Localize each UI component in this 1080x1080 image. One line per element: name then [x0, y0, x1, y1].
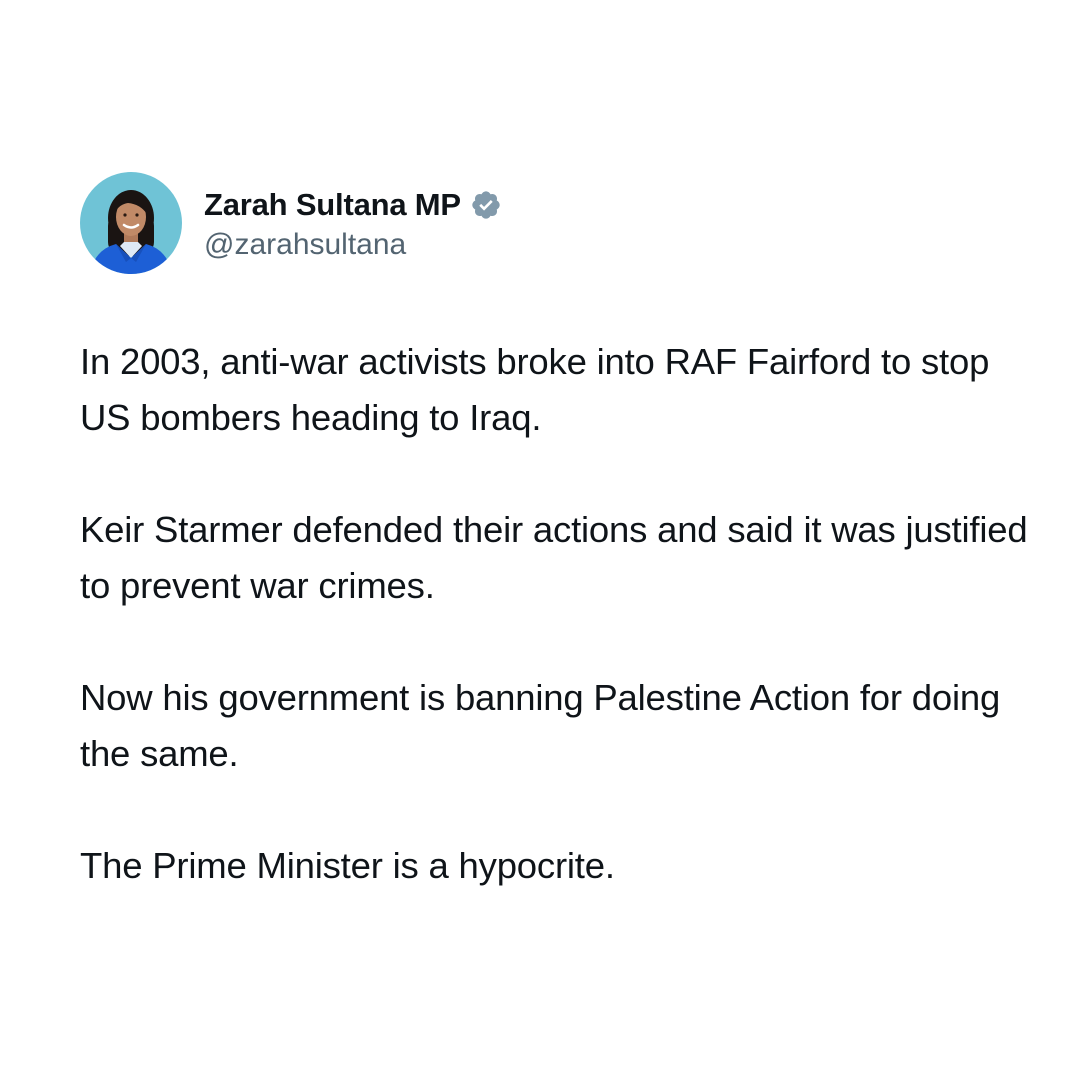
user-names: Zarah Sultana MP @zarahsultana	[204, 184, 502, 262]
tweet-card: Zarah Sultana MP @zarahsultana In 2003, …	[0, 0, 1080, 1080]
avatar[interactable]	[80, 172, 182, 274]
display-name-row: Zarah Sultana MP	[204, 184, 502, 226]
tweet-text: In 2003, anti-war activists broke into R…	[80, 334, 1040, 950]
tweet-header: Zarah Sultana MP @zarahsultana	[80, 172, 502, 274]
verified-badge-icon[interactable]	[470, 189, 502, 221]
tweet-paragraph: Keir Starmer defended their actions and …	[80, 509, 1028, 606]
avatar-image	[80, 172, 182, 274]
user-handle[interactable]: @zarahsultana	[204, 228, 502, 262]
tweet-paragraph: Now his government is banning Palestine …	[80, 677, 1001, 774]
tweet-paragraph: In 2003, anti-war activists broke into R…	[80, 341, 990, 438]
tweet-paragraph: The Prime Minister is a hypocrite.	[80, 845, 615, 886]
display-name[interactable]: Zarah Sultana MP	[204, 187, 461, 223]
